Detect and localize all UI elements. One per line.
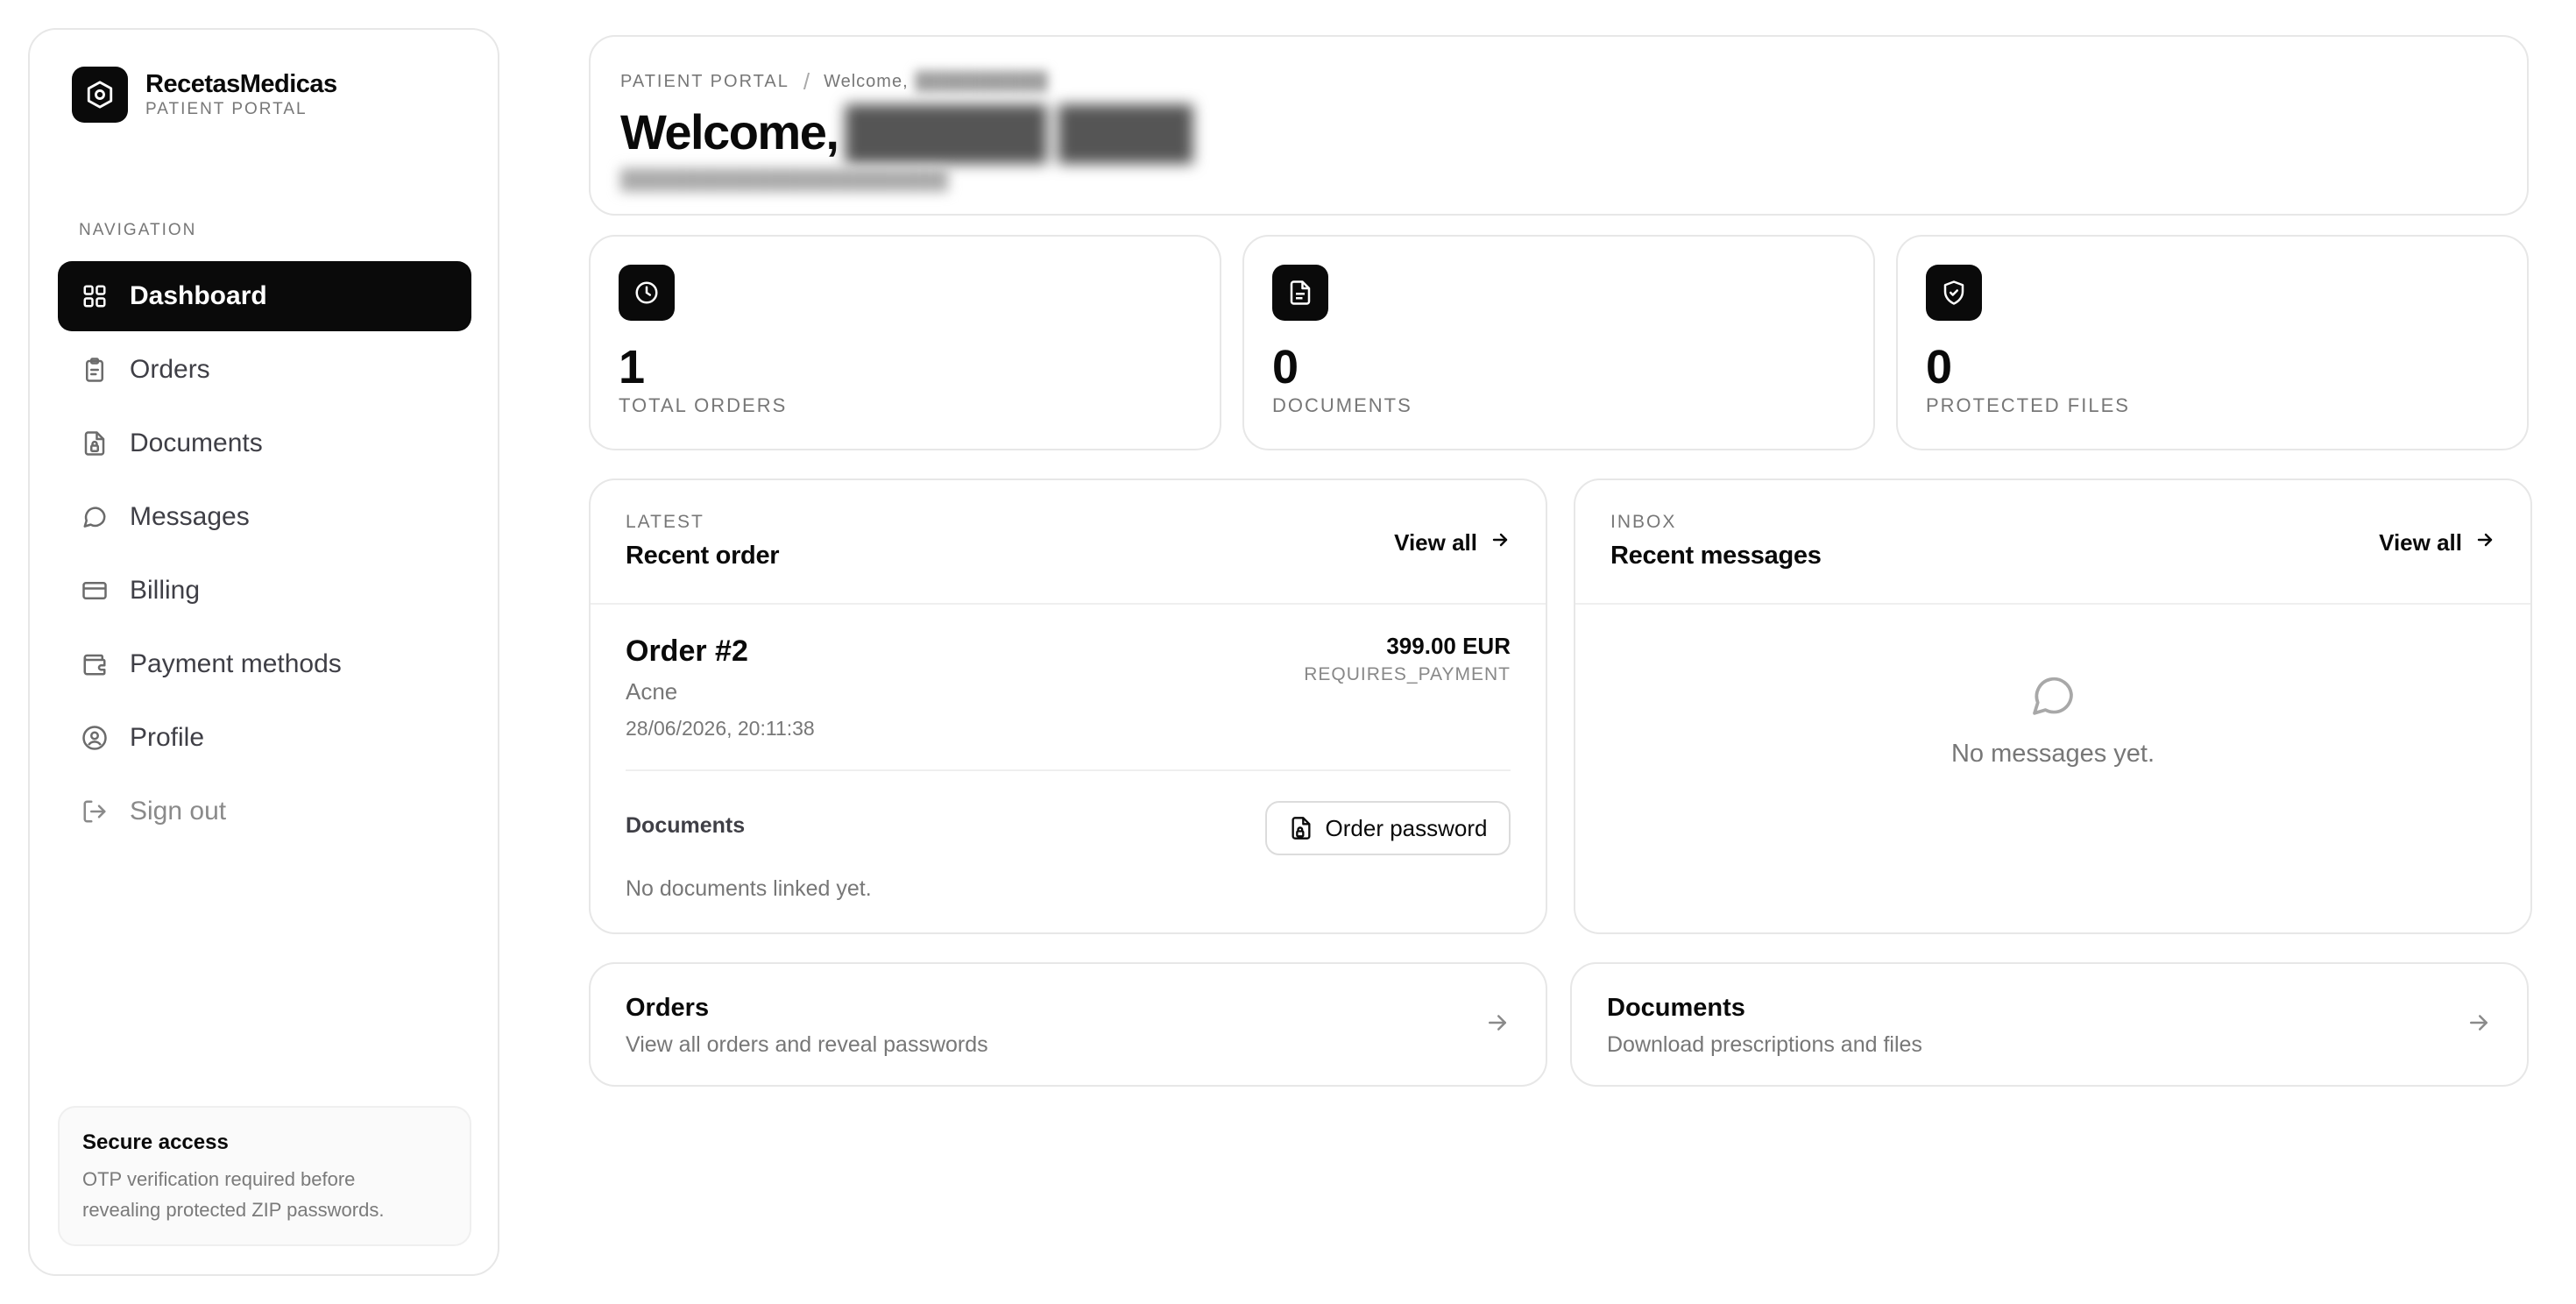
- sidebar: RecetasMedicas PATIENT PORTAL NAVIGATION…: [28, 28, 499, 1276]
- message-circle-icon: [81, 503, 109, 531]
- stat-value: 1: [619, 341, 646, 393]
- documents-link-card[interactable]: Documents Download prescriptions and fil…: [1570, 962, 2529, 1087]
- link-card-title: Orders: [626, 994, 710, 1022]
- order-amount: 399.00 EUR: [1386, 633, 1511, 659]
- user-name-redacted: ██████ ████: [845, 104, 1192, 159]
- view-all-messages-link[interactable]: View all: [2379, 529, 2495, 556]
- brand[interactable]: RecetasMedicas PATIENT PORTAL: [72, 67, 337, 123]
- breadcrumb-user-name-redacted: ██████████: [915, 72, 1049, 91]
- wallet-icon: [81, 650, 109, 678]
- recent-messages-panel: INBOX Recent messages View all No messag…: [1574, 478, 2532, 934]
- stat-total-orders: 1 TOTAL ORDERS: [589, 235, 1221, 450]
- user-email-redacted: ████████████████████████: [620, 168, 949, 190]
- sidebar-item-documents[interactable]: Documents: [58, 408, 471, 478]
- secure-access-text-line1: OTP verification required before: [82, 1168, 356, 1190]
- order-password-label: Order password: [1325, 814, 1488, 841]
- welcome-header: PATIENT PORTAL / Welcome, ██████████ Wel…: [589, 35, 2529, 216]
- stat-label: PROTECTED FILES: [1926, 394, 2130, 416]
- grid-icon: [81, 282, 109, 310]
- no-messages-text: No messages yet.: [1950, 740, 2155, 768]
- secure-access-text-line2: revealing protected ZIP passwords.: [82, 1199, 385, 1221]
- page-title: Welcome, ██████ ████: [620, 103, 1193, 160]
- sidebar-item-dashboard[interactable]: Dashboard: [58, 261, 471, 331]
- sidebar-item-label: Dashboard: [130, 281, 267, 310]
- order-date: 28/06/2026, 20:11:38: [626, 717, 815, 740]
- panel-kicker: LATEST: [626, 512, 704, 532]
- clock-icon: [619, 265, 675, 321]
- clipboard-icon: [81, 356, 109, 384]
- order-status: REQUIRES_PAYMENT: [1304, 664, 1511, 684]
- panel-title: Recent messages: [1610, 542, 1822, 570]
- breadcrumb-root[interactable]: PATIENT PORTAL: [620, 72, 789, 92]
- message-circle-icon: [2028, 671, 2077, 725]
- arrow-right-icon: [2474, 529, 2495, 556]
- secure-access-note: Secure access OTP verification required …: [58, 1106, 471, 1246]
- view-all-label: View all: [2379, 529, 2462, 556]
- order-category: Acne: [626, 678, 678, 705]
- arrow-right-icon: [1490, 529, 1511, 556]
- orders-link-card[interactable]: Orders View all orders and reveal passwo…: [589, 962, 1547, 1087]
- view-all-label: View all: [1394, 529, 1477, 556]
- recent-order-panel: LATEST Recent order View all Order #2 Ac…: [589, 478, 1547, 934]
- sidebar-item-label: Messages: [130, 502, 250, 531]
- panel-header: LATEST Recent order View all: [591, 480, 1546, 605]
- stat-protected-files: 0 PROTECTED FILES: [1896, 235, 2529, 450]
- stat-value: 0: [1272, 341, 1299, 393]
- stat-label: DOCUMENTS: [1272, 394, 1412, 416]
- file-lock-icon: [81, 429, 109, 457]
- panel-header: INBOX Recent messages View all: [1575, 480, 2530, 605]
- arrow-right-icon: [2466, 1010, 2492, 1040]
- file-lock-icon: [1289, 816, 1313, 840]
- breadcrumb-current: Welcome,: [824, 72, 909, 91]
- secure-access-title: Secure access: [82, 1130, 229, 1154]
- sidebar-item-profile[interactable]: Profile: [58, 703, 471, 773]
- stat-label: TOTAL ORDERS: [619, 394, 788, 416]
- order-title[interactable]: Order #2: [626, 634, 748, 669]
- sidebar-nav: Dashboard Orders Documents Messages Bill…: [58, 261, 471, 850]
- stat-documents: 0 DOCUMENTS: [1242, 235, 1875, 450]
- sidebar-item-label: Orders: [130, 355, 210, 384]
- no-documents-text: No documents linked yet.: [626, 876, 872, 901]
- view-all-orders-link[interactable]: View all: [1394, 529, 1511, 556]
- sidebar-item-sign-out[interactable]: Sign out: [58, 776, 471, 847]
- credit-card-icon: [81, 577, 109, 605]
- sidebar-item-label: Payment methods: [130, 649, 342, 678]
- page-title-text: Welcome,: [620, 104, 839, 159]
- sidebar-item-orders[interactable]: Orders: [58, 335, 471, 405]
- link-card-title: Documents: [1607, 994, 1745, 1022]
- sidebar-item-label: Documents: [130, 429, 263, 457]
- breadcrumb: PATIENT PORTAL / Welcome, ██████████: [620, 68, 1048, 96]
- shield-check-icon: [1926, 265, 1982, 321]
- link-card-subtitle: Download prescriptions and files: [1607, 1032, 1922, 1057]
- user-circle-icon: [81, 724, 109, 752]
- sidebar-item-payment-methods[interactable]: Payment methods: [58, 629, 471, 699]
- sidebar-item-label: Profile: [130, 723, 205, 752]
- order-documents-label: Documents: [626, 813, 746, 838]
- file-text-icon: [1272, 265, 1328, 321]
- log-out-icon: [81, 797, 109, 826]
- sidebar-item-messages[interactable]: Messages: [58, 482, 471, 552]
- brand-logo-icon: [72, 67, 128, 123]
- sidebar-item-billing[interactable]: Billing: [58, 556, 471, 626]
- divider: [626, 769, 1511, 771]
- panel-title: Recent order: [626, 542, 780, 570]
- link-card-subtitle: View all orders and reveal passwords: [626, 1032, 988, 1057]
- stat-value: 0: [1926, 341, 1953, 393]
- breadcrumb-separator: /: [803, 68, 810, 95]
- brand-subtitle: PATIENT PORTAL: [145, 100, 308, 118]
- sidebar-item-label: Billing: [130, 576, 201, 605]
- arrow-right-icon: [1484, 1010, 1511, 1040]
- brand-name: RecetasMedicas: [145, 70, 337, 98]
- order-password-button[interactable]: Order password: [1265, 801, 1511, 855]
- sidebar-item-label: Sign out: [130, 797, 227, 826]
- nav-heading: NAVIGATION: [79, 221, 197, 239]
- panel-kicker: INBOX: [1610, 512, 1677, 532]
